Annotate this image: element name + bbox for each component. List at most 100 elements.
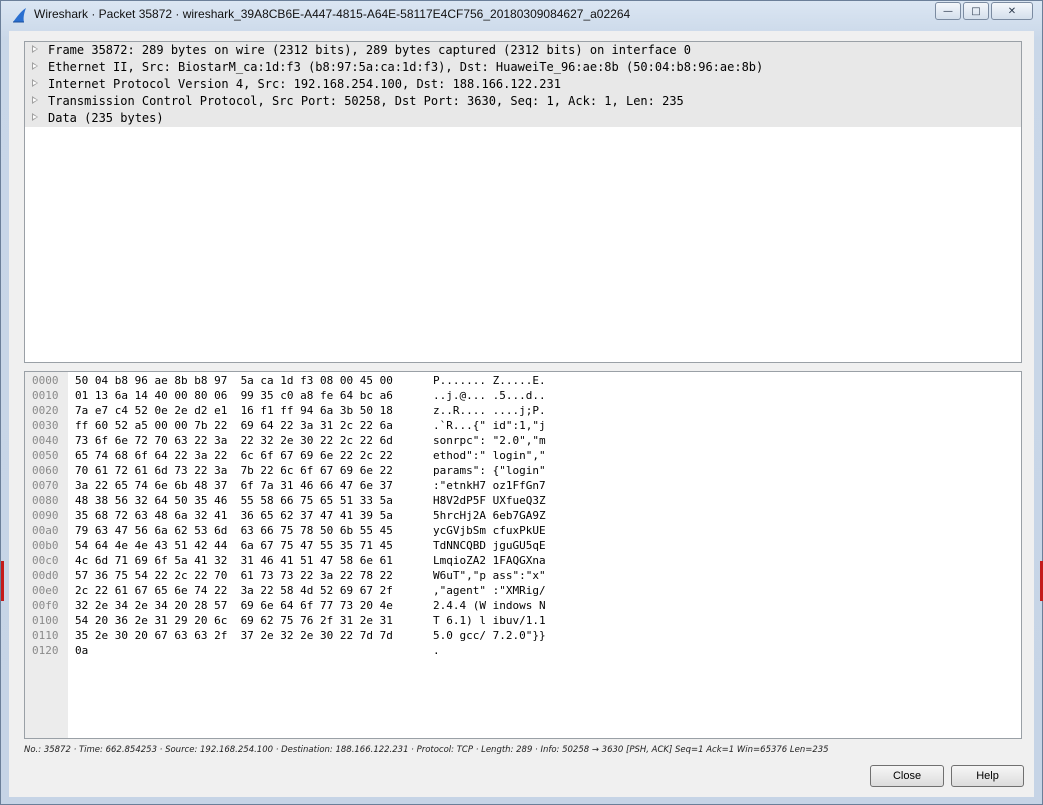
hex-bytes[interactable]: 54 64 4e 4e 43 51 42 44 6a 67 75 47 55 3… [75, 539, 393, 552]
hex-row[interactable]: 0070 3a 22 65 74 6e 6b 48 37 6f 7a 31 46 … [25, 479, 1021, 494]
ascii-bytes[interactable]: 5hrcHj2A 6eb7GA9Z [433, 509, 546, 522]
hex-bytes[interactable]: 70 61 72 61 6d 73 22 3a 7b 22 6c 6f 67 6… [75, 464, 393, 477]
ascii-bytes[interactable]: ..j.@... .5...d.. [433, 389, 546, 402]
tree-item-ethernet[interactable]: Ethernet II, Src: BiostarM_ca:1d:f3 (b8:… [25, 59, 1021, 76]
expand-arrow-icon[interactable] [32, 45, 38, 53]
hex-bytes[interactable]: 73 6f 6e 72 70 63 22 3a 22 32 2e 30 22 2… [75, 434, 393, 447]
expand-arrow-icon[interactable] [32, 113, 38, 121]
hex-row[interactable]: 0020 7a e7 c4 52 0e 2e d2 e1 16 f1 ff 94 … [25, 404, 1021, 419]
hex-offset: 0090 [32, 509, 59, 522]
ascii-bytes[interactable]: . [433, 644, 440, 657]
hex-offset: 00e0 [32, 584, 59, 597]
hex-bytes[interactable]: 7a e7 c4 52 0e 2e d2 e1 16 f1 ff 94 6a 3… [75, 404, 393, 417]
hex-bytes[interactable]: 35 68 72 63 48 6a 32 41 36 65 62 37 47 4… [75, 509, 393, 522]
ascii-bytes[interactable]: .`R...{" id":1,"j [433, 419, 546, 432]
expand-arrow-icon[interactable] [32, 62, 38, 70]
tree-item-label: Frame 35872: 289 bytes on wire (2312 bit… [48, 43, 691, 57]
ascii-bytes[interactable]: H8V2dP5F UXfueQ3Z [433, 494, 546, 507]
hex-bytes[interactable]: 48 38 56 32 64 50 35 46 55 58 66 75 65 5… [75, 494, 393, 507]
tree-item-tcp[interactable]: Transmission Control Protocol, Src Port:… [25, 93, 1021, 110]
hex-row[interactable]: 00f0 32 2e 34 2e 34 20 28 57 69 6e 64 6f … [25, 599, 1021, 614]
hex-row[interactable]: 0000 50 04 b8 96 ae 8b b8 97 5a ca 1d f3 … [25, 374, 1021, 389]
hex-bytes[interactable]: 01 13 6a 14 40 00 80 06 99 35 c0 a8 fe 6… [75, 389, 393, 402]
hex-row[interactable]: 0050 65 74 68 6f 64 22 3a 22 6c 6f 67 69 … [25, 449, 1021, 464]
hex-offset: 0100 [32, 614, 59, 627]
tree-item-label: Transmission Control Protocol, Src Port:… [48, 94, 684, 108]
hex-row[interactable]: 0110 35 2e 30 20 67 63 63 2f 37 2e 32 2e … [25, 629, 1021, 644]
ascii-bytes[interactable]: ,"agent" :"XMRig/ [433, 584, 546, 597]
hex-offset: 00f0 [32, 599, 59, 612]
hex-bytes[interactable]: 3a 22 65 74 6e 6b 48 37 6f 7a 31 46 66 4… [75, 479, 393, 492]
hex-bytes[interactable]: 57 36 75 54 22 2c 22 70 61 73 73 22 3a 2… [75, 569, 393, 582]
hex-row[interactable]: 00e0 2c 22 61 67 65 6e 74 22 3a 22 58 4d … [25, 584, 1021, 599]
hex-row[interactable]: 00a0 79 63 47 56 6a 62 53 6d 63 66 75 78 … [25, 524, 1021, 539]
window-frame: Wireshark · Packet 35872 · wireshark_39A… [0, 0, 1043, 805]
expand-arrow-icon[interactable] [32, 79, 38, 87]
maximize-icon: □ [971, 5, 981, 17]
tree-item-data[interactable]: Data (235 bytes) [25, 110, 1021, 127]
hex-offset: 0030 [32, 419, 59, 432]
hex-row[interactable]: 0060 70 61 72 61 6d 73 22 3a 7b 22 6c 6f … [25, 464, 1021, 479]
hex-bytes[interactable]: 2c 22 61 67 65 6e 74 22 3a 22 58 4d 52 6… [75, 584, 393, 597]
packet-summary-status: No.: 35872 · Time: 662.854253 · Source: … [24, 745, 829, 755]
hex-row[interactable]: 00d0 57 36 75 54 22 2c 22 70 61 73 73 22 … [25, 569, 1021, 584]
hex-bytes[interactable]: 65 74 68 6f 64 22 3a 22 6c 6f 67 69 6e 2… [75, 449, 393, 462]
ascii-bytes[interactable]: TdNNCQBD jguGU5qE [433, 539, 546, 552]
hex-bytes[interactable]: ff 60 52 a5 00 00 7b 22 69 64 22 3a 31 2… [75, 419, 393, 432]
tree-item-frame[interactable]: Frame 35872: 289 bytes on wire (2312 bit… [25, 42, 1021, 59]
tree-item-label: Ethernet II, Src: BiostarM_ca:1d:f3 (b8:… [48, 60, 764, 74]
hex-bytes[interactable]: 79 63 47 56 6a 62 53 6d 63 66 75 78 50 6… [75, 524, 393, 537]
hex-row[interactable]: 0010 01 13 6a 14 40 00 80 06 99 35 c0 a8 … [25, 389, 1021, 404]
hex-row[interactable]: 0080 48 38 56 32 64 50 35 46 55 58 66 75 … [25, 494, 1021, 509]
hex-offset: 0060 [32, 464, 59, 477]
ascii-bytes[interactable]: z..R.... ....j;P. [433, 404, 546, 417]
ascii-bytes[interactable]: 5.0 gcc/ 7.2.0"}} [433, 629, 546, 642]
ascii-bytes[interactable]: ethod":" login"," [433, 449, 546, 462]
hex-offset: 0020 [32, 404, 59, 417]
minimize-button[interactable]: — [935, 2, 961, 20]
maximize-button[interactable]: □ [963, 2, 989, 20]
ascii-bytes[interactable]: :"etnkH7 oz1FfGn7 [433, 479, 546, 492]
ascii-bytes[interactable]: T 6.1) l ibuv/1.1 [433, 614, 546, 627]
window-title: Wireshark · Packet 35872 · wireshark_39A… [34, 7, 631, 21]
hex-bytes[interactable]: 4c 6d 71 69 6f 5a 41 32 31 46 41 51 47 5… [75, 554, 393, 567]
ascii-bytes[interactable]: LmqioZA2 1FAQGXna [433, 554, 546, 567]
hex-row[interactable]: 0120 0a. [25, 644, 1021, 659]
hex-row[interactable]: 00b0 54 64 4e 4e 43 51 42 44 6a 67 75 47 … [25, 539, 1021, 554]
expand-arrow-icon[interactable] [32, 96, 38, 104]
close-window-button[interactable]: ✕ [991, 2, 1033, 20]
ascii-bytes[interactable]: sonrpc": "2.0","m [433, 434, 546, 447]
hex-row[interactable]: 00c0 4c 6d 71 69 6f 5a 41 32 31 46 41 51 … [25, 554, 1021, 569]
background-edge-left [1, 561, 4, 601]
ascii-bytes[interactable]: 2.4.4 (W indows N [433, 599, 546, 612]
tree-item-label: Data (235 bytes) [48, 111, 164, 125]
hex-bytes[interactable]: 50 04 b8 96 ae 8b b8 97 5a ca 1d f3 08 0… [75, 374, 393, 387]
hex-offset: 00a0 [32, 524, 59, 537]
hex-offset: 0120 [32, 644, 59, 657]
hex-offset: 00c0 [32, 554, 59, 567]
hex-row[interactable]: 0100 54 20 36 2e 31 29 20 6c 69 62 75 76 … [25, 614, 1021, 629]
hex-row[interactable]: 0030 ff 60 52 a5 00 00 7b 22 69 64 22 3a … [25, 419, 1021, 434]
close-button[interactable]: Close [870, 765, 944, 787]
ascii-bytes[interactable]: P....... Z.....E. [433, 374, 546, 387]
hex-bytes[interactable]: 54 20 36 2e 31 29 20 6c 69 62 75 76 2f 3… [75, 614, 393, 627]
hex-offset: 0080 [32, 494, 59, 507]
tree-item-ipv4[interactable]: Internet Protocol Version 4, Src: 192.16… [25, 76, 1021, 93]
ascii-bytes[interactable]: W6uT","p ass":"x" [433, 569, 546, 582]
packet-bytes-pane[interactable]: 0000 50 04 b8 96 ae 8b b8 97 5a ca 1d f3 … [24, 371, 1022, 739]
hex-row[interactable]: 0090 35 68 72 63 48 6a 32 41 36 65 62 37 … [25, 509, 1021, 524]
hex-bytes[interactable]: 35 2e 30 20 67 63 63 2f 37 2e 32 2e 30 2… [75, 629, 393, 642]
close-icon: ✕ [1007, 5, 1017, 17]
hex-row[interactable]: 0040 73 6f 6e 72 70 63 22 3a 22 32 2e 30 … [25, 434, 1021, 449]
hex-bytes[interactable]: 32 2e 34 2e 34 20 28 57 69 6e 64 6f 77 7… [75, 599, 393, 612]
hex-offset: 0070 [32, 479, 59, 492]
tree-item-label: Internet Protocol Version 4, Src: 192.16… [48, 77, 561, 91]
ascii-bytes[interactable]: params": {"login" [433, 464, 546, 477]
hex-bytes[interactable]: 0a [75, 644, 88, 657]
help-button[interactable]: Help [951, 765, 1024, 787]
title-bar[interactable]: Wireshark · Packet 35872 · wireshark_39A… [1, 1, 1042, 29]
packet-details-tree[interactable]: Frame 35872: 289 bytes on wire (2312 bit… [24, 41, 1022, 363]
ascii-bytes[interactable]: ycGVjbSm cfuxPkUE [433, 524, 546, 537]
hex-offset: 0050 [32, 449, 59, 462]
hex-offset: 0110 [32, 629, 59, 642]
